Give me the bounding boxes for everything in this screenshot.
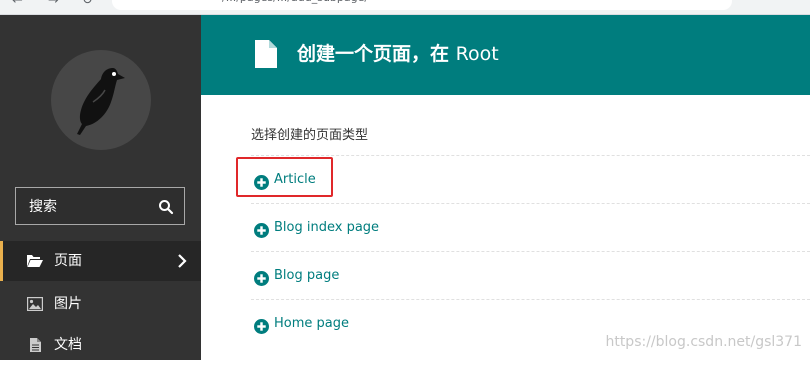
document-icon bbox=[255, 40, 277, 68]
plus-circle-icon bbox=[254, 223, 269, 238]
main-content: 选择创建的页面类型 Article Blog index page Blog p… bbox=[201, 95, 810, 360]
image-icon bbox=[27, 297, 43, 311]
page-title: 创建一个页面，在 Root bbox=[297, 42, 499, 66]
sidebar-item-documents[interactable]: 文档 bbox=[0, 325, 201, 365]
sidebar-item-label: 图片 bbox=[54, 296, 82, 312]
reload-icon[interactable]: ↻ bbox=[82, 0, 93, 8]
list-item[interactable]: Blog index page bbox=[251, 203, 810, 252]
sidebar-item-label: 页面 bbox=[54, 253, 82, 269]
plus-circle-icon bbox=[254, 319, 269, 334]
bird-icon bbox=[77, 68, 125, 135]
address-bar[interactable]: /.../pages/.../add_subpage/ bbox=[112, 0, 732, 10]
list-item[interactable]: Blog page bbox=[251, 251, 810, 300]
browser-toolbar: ← → ↻ /.../pages/.../add_subpage/ bbox=[0, 0, 810, 15]
sidebar-item-label: 文档 bbox=[54, 337, 82, 353]
sidebar-item-pages[interactable]: 页面 bbox=[0, 241, 201, 281]
page-type-link-blog-index-page[interactable]: Blog index page bbox=[274, 220, 379, 235]
title-text: 创建一个页面，在 bbox=[297, 43, 450, 65]
wagtail-logo[interactable] bbox=[51, 50, 151, 150]
watermark: https://blog.csdn.net/gsl371 bbox=[605, 334, 802, 350]
search-icon[interactable] bbox=[158, 199, 174, 215]
sidebar: 页面 图片 文档 bbox=[0, 15, 201, 360]
search-input[interactable] bbox=[16, 188, 161, 226]
highlight-box bbox=[236, 157, 333, 197]
parent-page-name: Root bbox=[455, 43, 499, 65]
intro-text: 选择创建的页面类型 bbox=[251, 128, 369, 143]
forward-icon[interactable]: → bbox=[48, 0, 59, 8]
chevron-right-icon[interactable] bbox=[177, 254, 187, 268]
folder-open-icon bbox=[27, 255, 43, 267]
back-icon[interactable]: ← bbox=[12, 0, 23, 8]
page-type-link-blog-page[interactable]: Blog page bbox=[274, 268, 339, 283]
list-item[interactable]: Article bbox=[251, 155, 810, 204]
document-icon bbox=[30, 338, 41, 352]
plus-circle-icon bbox=[254, 271, 269, 286]
search-box bbox=[15, 187, 185, 226]
page-type-link-home-page[interactable]: Home page bbox=[274, 316, 349, 331]
page-header: 创建一个页面，在 Root bbox=[201, 15, 810, 95]
sidebar-item-images[interactable]: 图片 bbox=[0, 284, 201, 324]
